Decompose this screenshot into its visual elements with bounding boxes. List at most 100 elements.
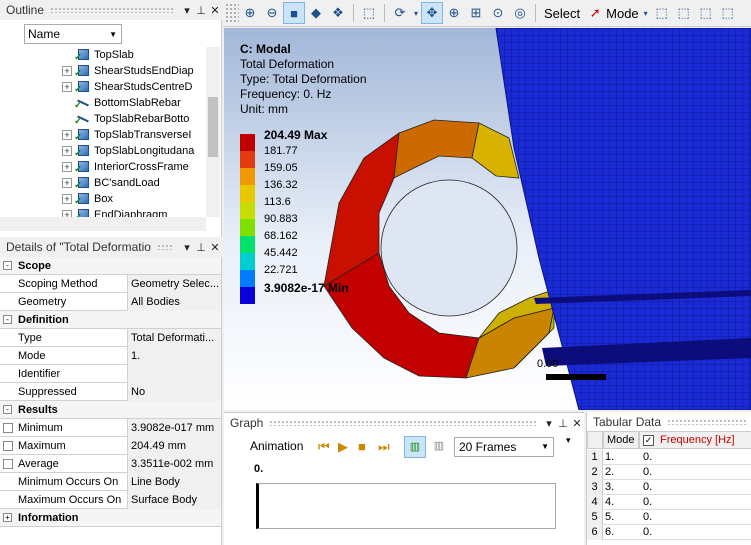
prev-frame-icon[interactable]: ⏮ (318, 439, 330, 455)
tree-item[interactable]: + ✓ Box (0, 191, 206, 207)
dropdown-arrow-icon[interactable]: ▾ (180, 241, 194, 254)
tree-item[interactable]: + ✓ ShearStudsEndDiap (0, 63, 206, 79)
details-property-row[interactable]: Suppressed No (0, 382, 221, 401)
select-vertex-icon[interactable]: ⬚ (651, 2, 673, 24)
pin-icon[interactable]: ⊥ (194, 4, 208, 17)
select-body-icon[interactable]: ⬚ (717, 2, 739, 24)
close-icon[interactable]: ✕ (208, 4, 222, 17)
tree-item[interactable]: + ✓ InteriorCrossFrame (0, 159, 206, 175)
tree-item[interactable]: + ✓ TopSlabLongitudana (0, 143, 206, 159)
select-mode-icon[interactable]: ⬚ (358, 2, 380, 24)
result-sets-icon[interactable]: ▥ (428, 436, 450, 458)
details-property-row[interactable]: Average 3.3511e-002 mm (0, 454, 221, 473)
mode-cell[interactable]: 6. (605, 526, 614, 538)
table-row[interactable]: 6 6. 0. (587, 525, 751, 540)
frequency-cell[interactable]: 0. (643, 481, 652, 493)
outline-drag-grip[interactable] (50, 7, 174, 13)
select-button[interactable]: Select (540, 6, 584, 21)
mode-button[interactable]: Mode (606, 6, 641, 21)
parameter-checkbox[interactable] (3, 458, 13, 469)
wireframe-view-icon[interactable]: ❖ (327, 2, 349, 24)
shaded-view-icon[interactable]: ◆ (305, 2, 327, 24)
select-face-icon[interactable]: ⬚ (695, 2, 717, 24)
magnifier-icon[interactable]: ◎ (509, 2, 531, 24)
details-section[interactable]: - Scope (0, 257, 221, 275)
details-drag-grip[interactable] (156, 244, 174, 250)
tree-item[interactable]: ✓ TopSlab (0, 47, 206, 63)
iso-view-icon[interactable]: ■ (283, 2, 305, 24)
zoom-in-icon[interactable]: ⊕ (239, 2, 261, 24)
property-value[interactable]: 3.3511e-002 mm (128, 454, 221, 473)
tabular-drag-grip[interactable] (667, 419, 746, 425)
play-icon[interactable]: ▶ (338, 439, 348, 455)
pin-icon[interactable]: ⊥ (194, 241, 208, 254)
toolbar-grip[interactable] (225, 3, 239, 23)
name-filter-dropdown[interactable]: Name ▼ (24, 24, 122, 44)
frequency-cell[interactable]: 0. (643, 496, 652, 508)
details-property-row[interactable]: Type Total Deformati... (0, 328, 221, 347)
expand-icon[interactable]: + (62, 210, 72, 217)
pin-icon[interactable]: ⊥ (556, 417, 570, 430)
parameter-checkbox[interactable] (3, 440, 13, 451)
collapse-icon[interactable]: - (3, 315, 12, 324)
details-section[interactable]: - Definition (0, 311, 221, 329)
details-property-row[interactable]: Maximum Occurs On Surface Body (0, 490, 221, 509)
property-value[interactable]: 3.9082e-017 mm (128, 418, 221, 437)
expand-icon[interactable]: + (62, 146, 72, 156)
frequency-column-header[interactable]: ✓ Frequency [Hz] (639, 431, 751, 449)
box-zoom-icon[interactable]: ⊞ (465, 2, 487, 24)
zoom-to-fit-icon[interactable]: ⊙ (487, 2, 509, 24)
mode-cell[interactable]: 3. (605, 481, 614, 493)
property-value[interactable]: 1. (128, 346, 221, 365)
tree-item[interactable]: ✓ TopSlabRebarBotto (0, 111, 206, 127)
stop-icon[interactable]: ■ (358, 439, 366, 454)
zoom-icon[interactable]: ⊕ (443, 2, 465, 24)
mode-cell[interactable]: 5. (605, 511, 614, 523)
mode-cell[interactable]: 1. (605, 451, 614, 463)
close-icon[interactable]: ✕ (570, 417, 584, 430)
frequency-cell[interactable]: 0. (643, 451, 652, 463)
details-property-row[interactable]: Mode 1. (0, 346, 221, 365)
checkbox-icon[interactable]: ✓ (643, 434, 654, 446)
details-property-row[interactable]: Identifier (0, 364, 221, 383)
expand-icon[interactable]: + (62, 162, 72, 172)
property-value[interactable]: 204.49 mm (128, 436, 221, 455)
tree-item[interactable]: + ✓ ShearStudsCentreD (0, 79, 206, 95)
tree-item[interactable]: ✓ BottomSlabRebar (0, 95, 206, 111)
collapse-icon[interactable]: - (3, 261, 12, 270)
table-row[interactable]: 4 4. 0. (587, 495, 751, 510)
rotate-icon[interactable]: ⟳ (389, 2, 411, 24)
close-icon[interactable]: ✕ (208, 241, 222, 254)
scrollbar-thumb[interactable] (208, 97, 218, 157)
graph-drag-grip[interactable] (269, 420, 536, 426)
zoom-out-icon[interactable]: ⊖ (261, 2, 283, 24)
next-frame-icon[interactable]: ⏭ (378, 439, 390, 455)
dropdown-arrow-icon[interactable]: ▾ (180, 4, 194, 17)
outline-horizontal-scrollbar[interactable] (0, 217, 206, 231)
collapse-icon[interactable]: + (3, 513, 12, 522)
distributed-frames-icon[interactable]: ▥ (404, 436, 426, 458)
table-row[interactable]: 5 5. 0. (587, 510, 751, 525)
frames-dropdown[interactable]: 20 Frames ▼ (454, 437, 554, 457)
parameter-checkbox[interactable] (3, 422, 13, 433)
details-property-row[interactable]: Geometry All Bodies (0, 292, 221, 311)
dropdown-arrow-icon[interactable]: ▾ (542, 417, 556, 430)
outline-vertical-scrollbar[interactable] (206, 47, 220, 217)
mode-column-header[interactable]: Mode (603, 431, 639, 449)
details-section[interactable]: - Results (0, 401, 221, 419)
table-row[interactable]: 3 3. 0. (587, 480, 751, 495)
property-value[interactable]: Surface Body (128, 490, 221, 509)
mode-dropdown-icon[interactable]: ▾ (641, 2, 651, 24)
pan-icon[interactable]: ✥ (421, 2, 443, 24)
frequency-cell[interactable]: 0. (643, 466, 652, 478)
table-row[interactable]: 2 2. 0. (587, 465, 751, 480)
table-row[interactable]: 1 1. 0. (587, 450, 751, 465)
more-options-icon[interactable]: ▾ (566, 435, 571, 446)
details-property-row[interactable]: Maximum 204.49 mm (0, 436, 221, 455)
animation-timeline[interactable] (256, 483, 556, 529)
property-value[interactable]: Line Body (128, 472, 221, 491)
mode-cell[interactable]: 2. (605, 466, 614, 478)
property-value[interactable]: All Bodies (128, 292, 221, 311)
expand-icon[interactable]: + (62, 130, 72, 140)
property-value[interactable]: Geometry Selec... (128, 274, 221, 293)
